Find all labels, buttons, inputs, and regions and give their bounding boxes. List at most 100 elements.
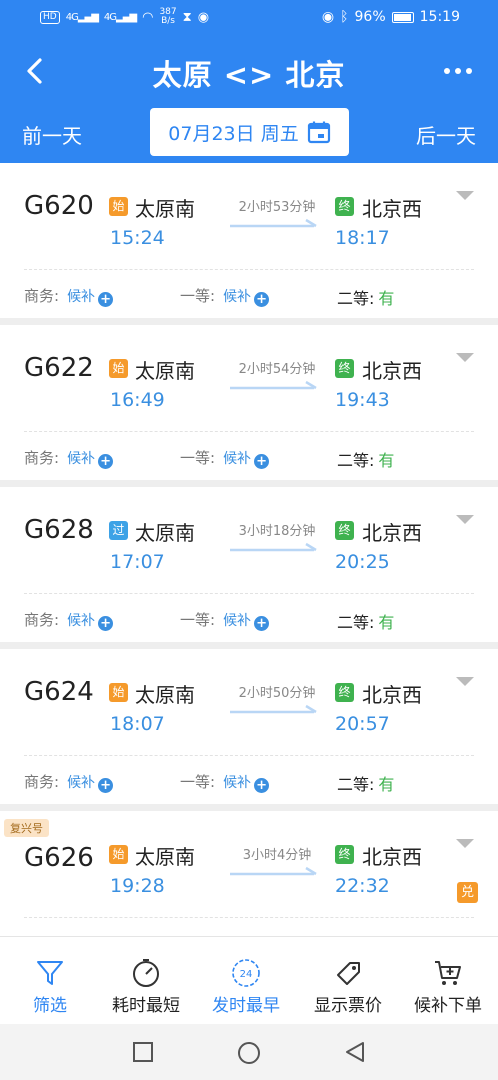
divider [24,431,474,432]
train-number: G620 [24,191,94,221]
home-icon[interactable] [237,1041,261,1065]
back-nav-icon[interactable] [344,1041,366,1063]
train-number: G624 [24,677,94,707]
seat-first: 一等: 候补 + [180,609,270,631]
tab-label: 发时最早 [212,996,280,1016]
terminal-badge: 终 [335,521,354,540]
tab-filter[interactable]: 筛选 [0,937,100,1025]
departure-station: 太原南 [135,845,195,869]
train-card[interactable]: G624 始 太原南 18:07 2小时50分钟 终 北京西 20:57 商务:… [0,649,498,804]
bottom-toolbar: 筛选 耗时最短 24 发时最早 显示票价 候补下单 [0,936,498,1024]
trip-duration: 3小时18分钟 [238,524,316,539]
divider [24,269,474,270]
plus-icon[interactable]: + [254,454,270,469]
tab-shortest-duration[interactable]: 耗时最短 [96,937,196,1025]
divider [24,593,474,594]
divider [24,755,474,756]
cart-plus-icon [435,961,461,985]
arrow-icon [230,218,317,228]
expand-arrow-icon[interactable] [456,191,474,200]
waitlist-button[interactable]: 候补 + [67,289,114,307]
waitlist-button[interactable]: 候补 + [223,289,270,307]
expand-arrow-icon[interactable] [456,839,474,848]
seat-business: 商务: 候补 + [24,285,114,307]
trip-duration: 2小时54分钟 [238,362,316,377]
seat-business: 商务: 候补 + [24,447,114,469]
plus-icon[interactable]: + [98,454,114,469]
trip-duration: 2小时53分钟 [238,200,316,215]
departure-time: 17:07 [110,551,165,573]
tab-waitlist-order[interactable]: 候补下单 [398,937,498,1025]
arrow-icon [230,704,317,714]
arrival-station: 北京西 [362,683,422,707]
arrival-time: 22:32 [335,875,390,897]
divider [24,917,474,918]
train-card[interactable]: G620 始 太原南 15:24 2小时53分钟 终 北京西 18:17 商务:… [0,163,498,318]
status-bar: HD 4G▂▄▆ 4G▂▄▆ ◠ 387 B/s ⧗ ◉ ◉ ᛒ 96% 15:1… [0,0,498,36]
bluetooth-icon: ᛒ [340,9,349,25]
departure-time: 18:07 [110,713,165,735]
tab-label: 显示票价 [314,996,382,1016]
hourglass-icon: ⧗ [182,9,192,25]
signal-icon-1: 4G▂▄▆ [65,11,99,23]
recent-apps-icon[interactable] [132,1041,154,1063]
plus-icon[interactable]: + [254,778,270,793]
seat-second: 二等: 有 [337,775,395,794]
plus-icon[interactable]: + [254,292,270,307]
train-card[interactable]: G628 过 太原南 17:07 3小时18分钟 终 北京西 20:25 商务:… [0,487,498,642]
signal-icon-2: 4G▂▄▆ [103,11,137,23]
train-card[interactable]: 复兴号 G626 始 太原南 19:28 3小时4分钟 终 北京西 22:32 … [0,811,498,936]
tab-show-price[interactable]: 显示票价 [298,937,398,1025]
seat-business: 商务: 候补 + [24,771,114,793]
hd-indicator: HD [40,10,60,24]
more-icon[interactable] [444,68,472,74]
arrival-time: 18:17 [335,227,390,249]
date-picker-button[interactable]: 07月23日 周五 [150,108,349,156]
tab-label: 筛选 [33,996,67,1016]
waitlist-button[interactable]: 候补 + [223,451,270,469]
plus-icon[interactable]: + [254,616,270,631]
expand-arrow-icon[interactable] [456,677,474,686]
battery-icon [391,11,414,23]
arrival-station: 北京西 [362,197,422,221]
train-card[interactable]: G622 始 太原南 16:49 2小时54分钟 终 北京西 19:43 商务:… [0,325,498,480]
arrival-time: 20:25 [335,551,390,573]
train-number: G628 [24,515,94,545]
departure-station: 太原南 [135,521,195,545]
waitlist-button[interactable]: 候补 + [223,775,270,793]
prev-day-button[interactable]: 前一天 [22,120,82,149]
waitlist-button[interactable]: 候补 + [223,613,270,631]
plus-icon[interactable]: + [98,778,114,793]
waitlist-button[interactable]: 候补 + [67,451,114,469]
origin-badge: 始 [109,683,128,702]
expand-arrow-icon[interactable] [456,353,474,362]
origin-badge: 始 [109,845,128,864]
seat-first: 一等: 候补 + [180,447,270,469]
train-list[interactable]: G620 始 太原南 15:24 2小时53分钟 终 北京西 18:17 商务:… [0,163,498,936]
arrival-station: 北京西 [362,845,422,869]
arrow-icon [230,866,317,876]
passing-badge: 过 [109,521,128,540]
tab-label: 候补下单 [414,996,482,1016]
arrival-station: 北京西 [362,359,422,383]
terminal-badge: 终 [335,197,354,216]
seat-second: 二等: 有 [337,613,395,632]
tab-earliest-departure[interactable]: 24 发时最早 [196,937,296,1025]
waitlist-button[interactable]: 候补 + [67,775,114,793]
clock: 15:19 [419,9,460,25]
departure-station: 太原南 [135,359,195,383]
svg-text:24: 24 [240,969,253,980]
terminal-badge: 终 [335,683,354,702]
arrow-icon [230,380,317,390]
plus-icon[interactable]: + [98,292,114,307]
seat-business: 商务: 候补 + [24,609,114,631]
exchange-badge-icon: 兑 [457,882,478,903]
arrival-station: 北京西 [362,521,422,545]
waitlist-button[interactable]: 候补 + [67,613,114,631]
arrow-icon [230,542,317,552]
expand-arrow-icon[interactable] [456,515,474,524]
departure-time: 16:49 [110,389,165,411]
plus-icon[interactable]: + [98,616,114,631]
next-day-button[interactable]: 后一天 [416,120,476,149]
departure-station: 太原南 [135,683,195,707]
